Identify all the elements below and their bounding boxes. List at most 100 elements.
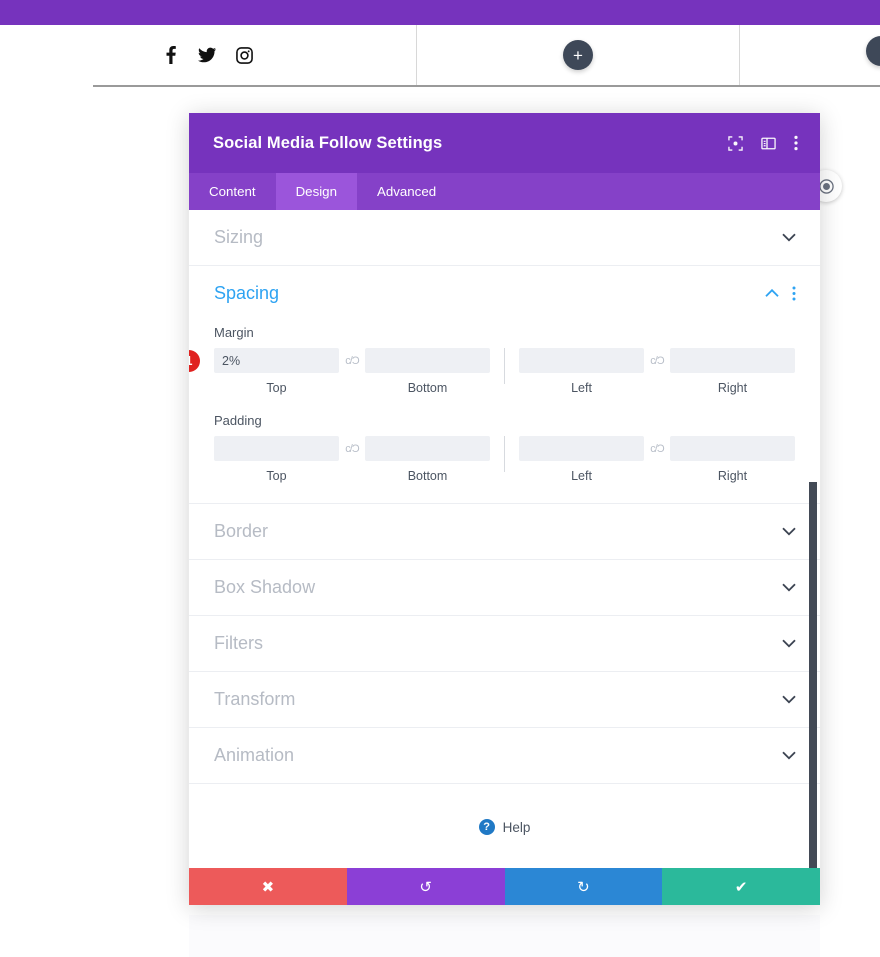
padding-right-field-wrap: Right [670, 436, 795, 483]
section-spacing-content: Margin 1 Top c/Ɔ Bottom [189, 325, 820, 503]
chevron-down-icon[interactable] [782, 583, 796, 592]
padding-right-input[interactable] [670, 436, 795, 461]
tab-advanced[interactable]: Advanced [357, 173, 456, 210]
builder-page: + Social Media Follow Settings Content D… [0, 0, 880, 957]
top-admin-bar [0, 0, 880, 25]
page-title: Social Media Follow Settings [213, 133, 443, 152]
padding-link-left-right-icon[interactable]: c/Ɔ [644, 443, 670, 455]
chevron-up-icon[interactable] [765, 289, 779, 298]
cancel-button[interactable]: ✖ [189, 868, 347, 905]
margin-link-top-bottom-icon[interactable]: c/Ɔ [339, 355, 365, 367]
modal-footer: ✖ ↺ ↻ ✔ [189, 868, 820, 905]
builder-module-row: + [0, 25, 880, 85]
margin-right-input[interactable] [670, 348, 795, 373]
section-animation-label: Animation [214, 745, 295, 765]
save-button[interactable]: ✔ [662, 868, 820, 905]
step-badge-1: 1 [189, 350, 200, 372]
margin-left-right-pair: Left c/Ɔ Right [519, 348, 795, 395]
chevron-down-icon[interactable] [782, 751, 796, 760]
section-sizing: Sizing [189, 210, 820, 266]
padding-left-caption: Left [571, 469, 592, 483]
section-border-header[interactable]: Border [189, 504, 820, 559]
section-transform-header[interactable]: Transform [189, 672, 820, 727]
section-transform: Transform [189, 672, 820, 728]
redo-button[interactable]: ↻ [504, 868, 663, 905]
section-filters-header[interactable]: Filters [189, 616, 820, 671]
padding-bottom-input[interactable] [365, 436, 490, 461]
chevron-down-icon[interactable] [782, 233, 796, 242]
facebook-icon[interactable] [164, 46, 178, 64]
section-sizing-header[interactable]: Sizing [189, 210, 820, 265]
modal-scrollbar-thumb[interactable] [809, 482, 817, 868]
section-spacing: Spacing Margin 1 [189, 266, 820, 504]
padding-left-right-pair: Left c/Ɔ Right [519, 436, 795, 483]
twitter-icon[interactable] [197, 47, 216, 63]
section-filters-label: Filters [214, 633, 263, 653]
margin-link-left-right-icon[interactable]: c/Ɔ [644, 355, 670, 367]
add-module-button[interactable]: + [563, 40, 593, 70]
margin-left-input[interactable] [519, 348, 644, 373]
modal-header-icons [728, 135, 798, 151]
margin-divider [504, 348, 505, 384]
chevron-down-icon[interactable] [782, 695, 796, 704]
chevron-down-icon[interactable] [782, 639, 796, 648]
margin-top-input[interactable] [214, 348, 339, 373]
settings-modal: Social Media Follow Settings Content Des… [189, 113, 820, 905]
section-animation: Animation [189, 728, 820, 784]
margin-left-caption: Left [571, 381, 592, 395]
padding-top-bottom-pair: Top c/Ɔ Bottom [214, 436, 490, 483]
layout-panel-icon[interactable] [761, 136, 776, 151]
modal-body: Sizing Spacing Margin 2% Top c/Ɔ Bottom … [189, 210, 820, 868]
margin-fields: 1 Top c/Ɔ Bottom [189, 348, 795, 395]
page-background-block [189, 915, 820, 957]
margin-bottom-input[interactable] [365, 348, 490, 373]
padding-top-input[interactable] [214, 436, 339, 461]
padding-left-input[interactable] [519, 436, 644, 461]
instagram-icon[interactable] [235, 46, 253, 64]
builder-column-right [740, 25, 880, 85]
section-border-label: Border [214, 521, 269, 541]
section-filters: Filters [189, 616, 820, 672]
section-animation-header[interactable]: Animation [189, 728, 820, 783]
help-row[interactable]: ? Help [189, 784, 820, 868]
section-box-shadow-header[interactable]: Box Shadow [189, 560, 820, 615]
margin-top-field-wrap: Top [214, 348, 339, 395]
help-icon: ? [478, 819, 495, 835]
section-spacing-header[interactable]: Spacing [189, 266, 820, 321]
focus-icon[interactable] [728, 135, 743, 151]
margin-top-bottom-pair: Top c/Ɔ Bottom [214, 348, 490, 395]
margin-bottom-caption: Bottom [407, 381, 448, 395]
tab-content[interactable]: Content [189, 173, 276, 210]
padding-bottom-caption: Bottom [407, 469, 448, 483]
help-label: Help [502, 819, 531, 835]
padding-fields: Top c/Ɔ Bottom Left c/Ɔ Right [214, 436, 795, 483]
modal-tabs: Content Design Advanced [189, 173, 820, 210]
margin-right-caption: Right [717, 381, 748, 395]
social-icons-group [164, 46, 253, 64]
row-bottom-border [93, 85, 880, 87]
padding-bottom-field-wrap: Bottom [365, 436, 490, 483]
margin-left-field-wrap: Left [519, 348, 644, 395]
section-sizing-label: Sizing [214, 227, 264, 247]
margin-top-caption: Top [266, 381, 287, 395]
undo-button[interactable]: ↺ [346, 868, 505, 905]
section-border: Border [189, 504, 820, 560]
tab-design[interactable]: Design [275, 173, 357, 210]
modal-header: Social Media Follow Settings [189, 113, 820, 173]
margin-label: Margin [214, 325, 254, 340]
section-transform-label: Transform [214, 689, 296, 709]
padding-left-field-wrap: Left [519, 436, 644, 483]
padding-top-field-wrap: Top [214, 436, 339, 483]
section-spacing-label: Spacing [214, 283, 280, 303]
section-box-shadow: Box Shadow [189, 560, 820, 616]
padding-top-caption: Top [266, 469, 287, 483]
padding-right-caption: Right [717, 469, 748, 483]
spacing-options-icon[interactable] [792, 286, 796, 301]
add-module-column: + [417, 25, 740, 85]
padding-link-top-bottom-icon[interactable]: c/Ɔ [339, 443, 365, 455]
more-options-icon[interactable] [794, 135, 798, 151]
chevron-down-icon[interactable] [782, 527, 796, 536]
margin-bottom-field-wrap: Bottom [365, 348, 490, 395]
social-follow-module[interactable] [0, 25, 417, 85]
padding-divider [504, 436, 505, 472]
